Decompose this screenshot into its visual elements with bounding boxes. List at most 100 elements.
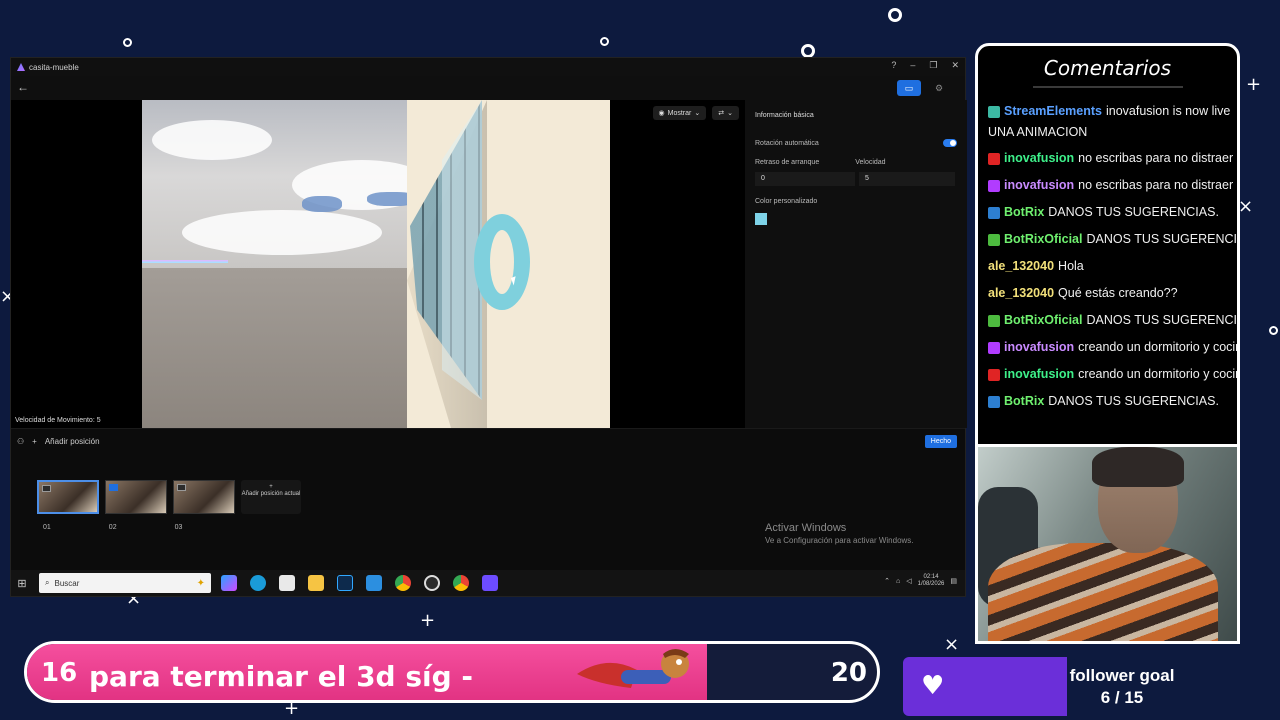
- chat-list: StreamElements inovafusion is now live UNA…: [978, 98, 1237, 415]
- chat-username[interactable]: ale_132040: [988, 253, 1054, 280]
- chevron-up-icon[interactable]: ⌃: [884, 577, 890, 585]
- windows-taskbar: ⊞ ⌕ Buscar ✦ ⌃ ⌂ ◁ 02:14 1/08/2026 ▤: [11, 570, 965, 596]
- thumbnail-label: 02: [108, 524, 117, 531]
- chat-username[interactable]: ale_132040: [988, 280, 1054, 307]
- follower-goal-badge: ♥: [903, 657, 1067, 716]
- start-delay-label: Retraso de arranque: [755, 159, 820, 166]
- file-explorer-icon[interactable]: [308, 575, 324, 591]
- layout-view-button[interactable]: ▭: [897, 80, 921, 96]
- close-icon[interactable]: ✕: [951, 60, 959, 71]
- photoshop-icon[interactable]: [337, 575, 353, 591]
- chat-message: BotRixOficialDANOS TUS SUGERENCIAS.: [978, 307, 1237, 334]
- notifications-icon[interactable]: ▤: [950, 577, 957, 585]
- vscode-icon[interactable]: [366, 575, 382, 591]
- camera-icon: [109, 484, 118, 491]
- field-inputs: 0 5: [755, 172, 957, 186]
- taskbar-search[interactable]: ⌕ Buscar ✦: [39, 573, 211, 593]
- chat-message: inovafusion no escribas para no distraer: [978, 172, 1237, 199]
- done-button[interactable]: Hecho: [924, 435, 957, 448]
- thumbnail-label: 01: [43, 524, 51, 531]
- taskbar-apps: [221, 575, 498, 591]
- horizon-guide: [142, 260, 228, 263]
- streamer-sweater: [988, 543, 1218, 641]
- goal-end-value: 20: [830, 658, 867, 688]
- app-logo-icon: [17, 63, 25, 71]
- chat-text: UNA ANIMACION: [988, 125, 1088, 139]
- streamer-hair: [1092, 447, 1184, 487]
- custom-color-label: Color personalizado: [755, 198, 818, 205]
- plus-decoration: ×: [944, 634, 960, 655]
- chat-username[interactable]: BotRix: [1004, 388, 1044, 415]
- rotation-gizmo[interactable]: [474, 214, 530, 310]
- chrome-icon[interactable]: [395, 575, 411, 591]
- help-icon[interactable]: ?: [891, 60, 896, 71]
- settings-gear-icon[interactable]: ⚙: [927, 80, 951, 96]
- position-thumbnails: + Añadir posición actual: [37, 480, 301, 514]
- plus-icon[interactable]: +: [32, 437, 37, 446]
- chat-message: StreamElements inovafusion is now live: [978, 98, 1237, 125]
- clock-date: 1/08/2026: [917, 581, 945, 588]
- add-current-position-button[interactable]: + Añadir posición actual: [241, 480, 301, 514]
- chat-username[interactable]: BotRixOficial: [1004, 307, 1083, 334]
- back-arrow-icon[interactable]: ←: [17, 80, 29, 94]
- app-title: casita-mueble: [29, 62, 79, 72]
- maximize-icon[interactable]: ❐: [929, 60, 937, 71]
- chrome-profile-icon[interactable]: [453, 575, 469, 591]
- custom-color-swatch[interactable]: [755, 213, 767, 225]
- chat-username[interactable]: inovafusion: [1004, 172, 1074, 199]
- plus-decoration: +: [420, 610, 436, 631]
- title-bar: casita-mueble ? – ❐ ✕: [11, 58, 965, 76]
- chat-text: creando un dormitorio y cocina: [1078, 367, 1237, 381]
- thumbnail-02[interactable]: [105, 480, 167, 514]
- volume-icon[interactable]: ◁: [906, 577, 911, 585]
- chat-message: ale_132040 Qué estás creando??: [978, 280, 1237, 307]
- 3d-viewport[interactable]: ◉ Mostrar ⌄ ⇄ ⌄ Velocidad de Movimiento:…: [11, 100, 745, 428]
- cloud: [182, 210, 382, 255]
- thumbnail-01[interactable]: [37, 480, 99, 514]
- chat-username[interactable]: inovafusion: [1004, 361, 1074, 388]
- properties-panel: Información básica Rotación automática R…: [745, 100, 967, 428]
- flying-mascot-icon: [577, 649, 689, 688]
- app-launcher-icon[interactable]: [482, 575, 498, 591]
- chat-username[interactable]: BotRix: [1004, 199, 1044, 226]
- follower-goal-widget: ♥ follower goal 6 / 15: [903, 657, 1263, 716]
- circle-decoration: [888, 8, 902, 22]
- chat-username[interactable]: inovafusion: [1004, 334, 1074, 361]
- auto-rotation-toggle[interactable]: [943, 139, 957, 147]
- user-badge-icon: [988, 395, 1000, 408]
- chat-username[interactable]: inovafusion: [1004, 145, 1074, 172]
- chat-text: DANOS TUS SUGERENCIAS.: [1086, 313, 1238, 327]
- thumbnail-03[interactable]: [173, 480, 235, 514]
- chat-username[interactable]: BotRixOficial: [1004, 226, 1083, 253]
- chevron-down-icon: ⌄: [727, 110, 733, 117]
- store-icon[interactable]: [279, 575, 295, 591]
- goal-start-value: 16: [41, 658, 78, 688]
- add-position-button[interactable]: Añadir posición: [45, 437, 100, 446]
- follower-goal-label: follower goal: [1069, 666, 1175, 685]
- chat-message: inovafusion creando un dormitorio y cocin…: [978, 361, 1237, 388]
- show-dropdown[interactable]: ◉ Mostrar ⌄: [652, 106, 707, 120]
- chat-text: DANOS TUS SUGERENCIAS.: [1086, 232, 1238, 246]
- window-controls: ? – ❐ ✕: [891, 60, 959, 71]
- chat-username[interactable]: StreamElements: [1004, 98, 1102, 125]
- cloud: [152, 120, 272, 160]
- obs-icon[interactable]: [424, 575, 440, 591]
- user-badge-icon: [988, 233, 1000, 246]
- windows-start-icon[interactable]: ⊞: [11, 577, 33, 590]
- speed-input[interactable]: 5: [859, 172, 955, 186]
- edge-icon[interactable]: [250, 575, 266, 591]
- webcam-feed: [975, 447, 1240, 644]
- minimize-icon[interactable]: –: [910, 60, 915, 71]
- chat-text: inovafusion is now live: [1105, 104, 1231, 118]
- viewport-controls: ◉ Mostrar ⌄ ⇄ ⌄: [652, 106, 739, 120]
- chevron-down-icon: ⌄: [694, 110, 701, 117]
- clock-time: 02:14: [923, 574, 939, 580]
- camera-options-button[interactable]: ⇄ ⌄: [712, 106, 739, 120]
- 3d-scene-render[interactable]: [142, 100, 610, 428]
- network-icon[interactable]: ⌂: [896, 578, 900, 585]
- clock[interactable]: 02:14 1/08/2026: [918, 574, 945, 588]
- copilot-icon[interactable]: [221, 575, 237, 591]
- start-delay-input[interactable]: 0: [755, 172, 855, 186]
- plus-decoration: ×: [1238, 196, 1254, 217]
- auto-rotation-row: Rotación automática: [755, 139, 957, 147]
